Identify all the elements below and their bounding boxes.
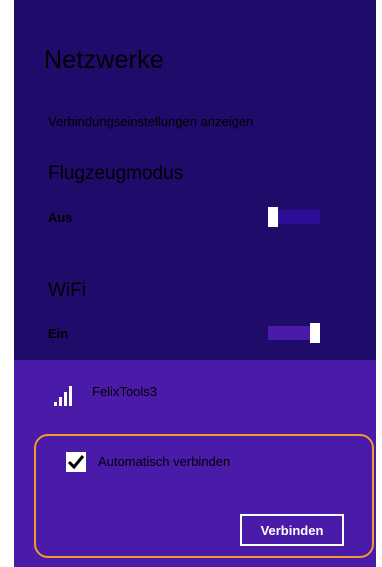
page-title: Netzwerke [44,46,164,74]
airplane-mode-state: Aus [48,210,73,225]
airplane-mode-toggle[interactable] [266,207,322,227]
connect-button[interactable]: Verbinden [240,514,344,546]
wifi-heading: WiFi [48,280,86,301]
network-name: FelixTools3 [92,384,158,399]
checkmark-icon [67,455,85,470]
toggle-track [268,326,308,340]
toggle-thumb [310,323,320,343]
connection-settings-link[interactable]: Verbindungseinstellungen anzeigen [48,114,253,129]
wifi-signal-icon [52,382,78,408]
toggle-track [280,210,320,224]
network-flyout: Netzwerke Verbindungseinstellungen anzei… [0,0,382,567]
auto-connect-checkbox[interactable] [66,452,86,472]
wifi-toggle[interactable] [266,323,322,343]
auto-connect-label: Automatisch verbinden [98,454,231,469]
wifi-state: Ein [48,326,69,341]
toggle-thumb [268,207,278,227]
network-list-item[interactable]: FelixTools3 [52,380,252,410]
airplane-mode-heading: Flugzeugmodus [48,163,184,184]
